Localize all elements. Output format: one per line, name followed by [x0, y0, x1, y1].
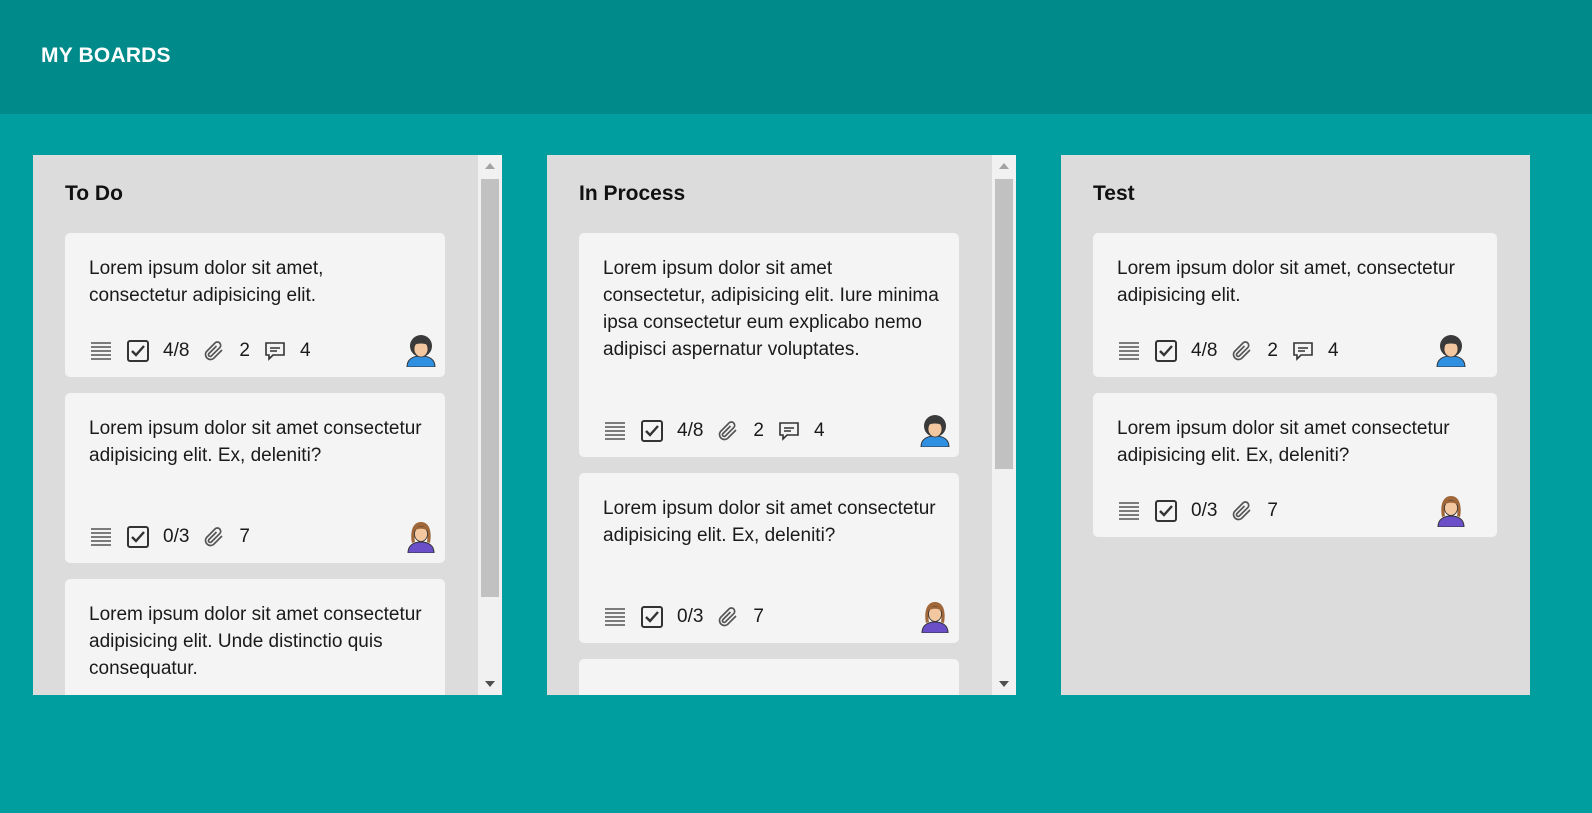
comment-bubble-icon [1291, 339, 1315, 363]
male-user-avatar[interactable] [919, 413, 951, 447]
paperclip-icon [1230, 339, 1254, 363]
card-text: Lorem ipsum dolor sit amet consectetur a… [603, 498, 936, 546]
task-card[interactable]: Lorem ipsum dolor sit amet, consectetur … [65, 233, 445, 377]
task-card[interactable]: Lorem ipsum dolor sit amet consectetur a… [1093, 393, 1497, 537]
attachment-count: 7 [1267, 500, 1278, 521]
checklist-count: 0/3 [1191, 500, 1218, 521]
attachment-count: 7 [753, 606, 764, 627]
scroll-up-arrow-icon[interactable] [478, 155, 502, 177]
scrollbar-thumb[interactable] [481, 179, 499, 597]
female-user-avatar[interactable] [919, 599, 951, 633]
card-text: Lorem ipsum dolor sit amet consectetur a… [1117, 418, 1450, 466]
description-lines-icon [603, 419, 627, 443]
scroll-up-arrow-icon[interactable] [992, 155, 1016, 177]
column-title: Test [1093, 182, 1135, 205]
task-card[interactable]: Lorem ipsum dolor sit amet consectetur a… [65, 579, 445, 695]
card-text: Lorem ipsum dolor sit amet, consectetur … [1117, 258, 1455, 306]
description-lines-icon [603, 605, 627, 629]
checklist-count: 4/8 [1191, 340, 1218, 361]
male-user-avatar[interactable] [405, 333, 437, 367]
task-card[interactable]: Lorem ipsum dolor sit amet consectetur, … [579, 233, 959, 457]
comment-bubble-icon [263, 339, 287, 363]
male-user-avatar[interactable] [1435, 333, 1467, 367]
card-text: Lorem ipsum dolor sit amet consectetur a… [89, 418, 422, 466]
paperclip-icon [202, 339, 226, 363]
description-lines-icon [1117, 339, 1141, 363]
comment-count: 4 [814, 420, 825, 441]
card-meta: 0/3 7 [1117, 499, 1291, 523]
attachment-count: 2 [753, 420, 764, 441]
checkbox-icon [640, 605, 664, 629]
card-meta: 0/3 7 [603, 605, 777, 629]
paperclip-icon [716, 419, 740, 443]
scroll-down-arrow-icon[interactable] [478, 673, 502, 695]
card-text: Lorem ipsum dolor sit amet, consectetur … [89, 258, 324, 306]
checklist-count: 4/8 [163, 340, 190, 361]
scrollbar-thumb[interactable] [995, 179, 1013, 469]
column-title: To Do [65, 182, 123, 205]
task-card[interactable]: Lorem ipsum dolor sit amet, consectetur … [1093, 233, 1497, 377]
checklist-count: 0/3 [677, 606, 704, 627]
task-card[interactable]: Lorem ipsum dolor sit amet consectetur a… [579, 473, 959, 643]
description-lines-icon [89, 525, 113, 549]
attachment-count: 2 [1267, 340, 1278, 361]
attachment-count: 2 [239, 340, 250, 361]
card-text: Lorem ipsum dolor sit amet consectetur a… [89, 604, 422, 679]
board-column-in-process: In Process Lorem ipsum dolor sit amet co… [547, 155, 1016, 695]
checklist-count: 4/8 [677, 420, 704, 441]
female-user-avatar[interactable] [405, 519, 437, 553]
paperclip-icon [1230, 499, 1254, 523]
description-lines-icon [89, 339, 113, 363]
checkbox-icon [1154, 499, 1178, 523]
column-scrollbar[interactable] [478, 155, 502, 695]
female-user-avatar[interactable] [1435, 493, 1467, 527]
checkbox-icon [1154, 339, 1178, 363]
comment-count: 4 [1328, 340, 1339, 361]
page-title: MY BOARDS [41, 44, 171, 67]
checkbox-icon [126, 339, 150, 363]
checkbox-icon [640, 419, 664, 443]
comment-bubble-icon [777, 419, 801, 443]
column-scrollbar[interactable] [992, 155, 1016, 695]
comment-count: 4 [300, 340, 311, 361]
checkbox-icon [126, 525, 150, 549]
attachment-count: 7 [239, 526, 250, 547]
checklist-count: 0/3 [163, 526, 190, 547]
card-text: Lorem ipsum dolor sit amet consectetur, … [603, 258, 939, 360]
app-header: MY BOARDS [0, 0, 1592, 114]
task-card[interactable]: Lorem ipsum dolor sit amet consectetur a… [65, 393, 445, 563]
scroll-down-arrow-icon[interactable] [992, 673, 1016, 695]
board-column-to-do: To Do Lorem ipsum dolor sit amet, consec… [33, 155, 502, 695]
paperclip-icon [716, 605, 740, 629]
column-title: In Process [579, 182, 686, 205]
paperclip-icon [202, 525, 226, 549]
task-card[interactable] [579, 659, 959, 695]
description-lines-icon [1117, 499, 1141, 523]
board-column-test: Test Lorem ipsum dolor sit amet, consect… [1061, 155, 1530, 695]
card-meta: 4/8 2 4 [1117, 339, 1352, 363]
card-meta: 4/8 2 4 [603, 419, 838, 443]
card-meta: 0/3 7 [89, 525, 263, 549]
card-meta: 4/8 2 4 [89, 339, 324, 363]
